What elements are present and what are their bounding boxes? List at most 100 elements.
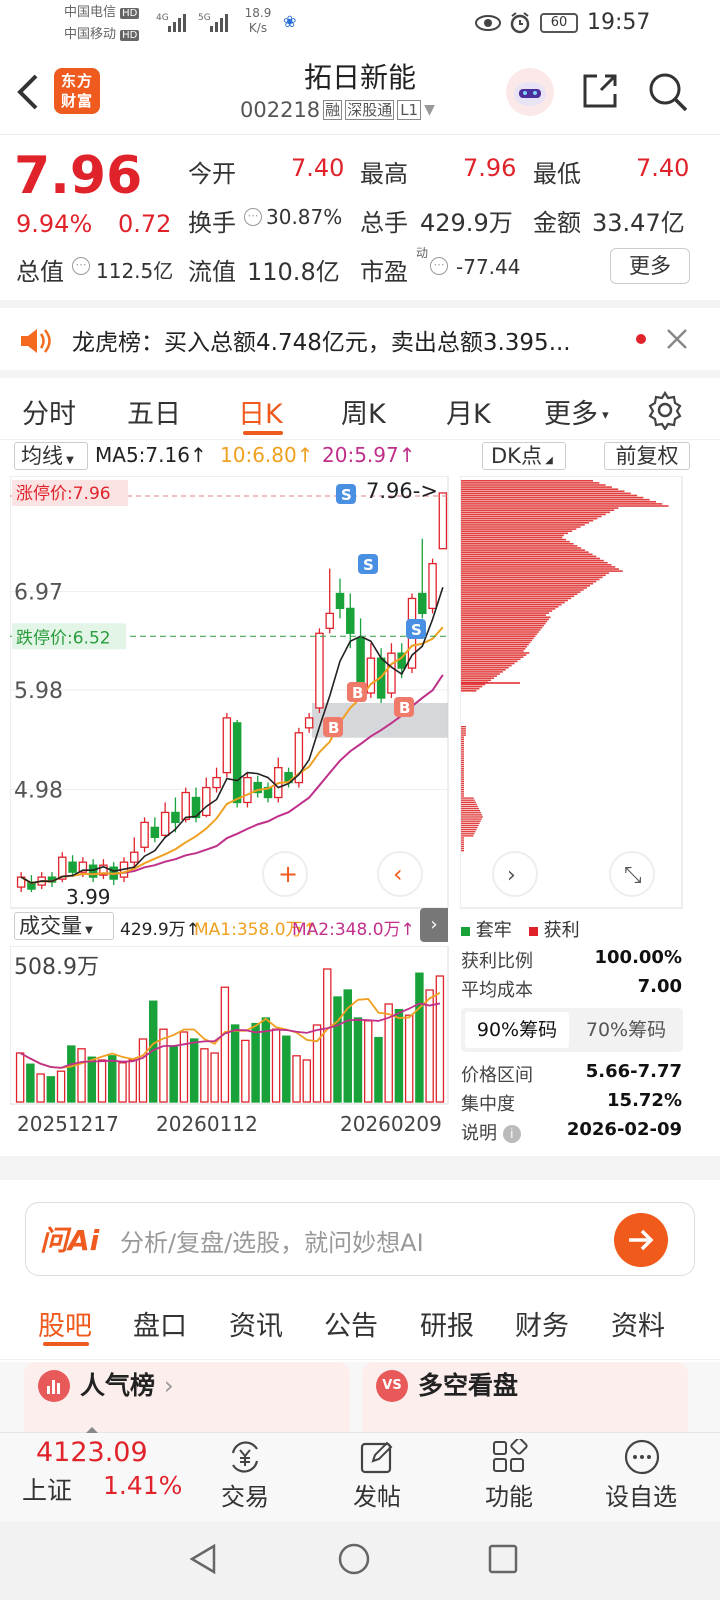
chip-bar [461, 732, 466, 734]
tab-more[interactable]: 更多 ▾ [544, 392, 609, 431]
dropdown-icon: ▼ [424, 102, 435, 118]
tab-news[interactable]: 资讯 [229, 1304, 283, 1343]
tab-weekly-k[interactable]: 周K [341, 392, 386, 431]
chip-bar [461, 536, 563, 539]
volume-bar [333, 996, 342, 1103]
chip-bar [461, 549, 585, 551]
trade-button[interactable]: 交易 [210, 1433, 280, 1521]
search-icon[interactable] [646, 70, 690, 114]
tab-orderbook[interactable]: 盘口 [133, 1304, 187, 1343]
tab-chips-90[interactable]: 90%筹码 [465, 1012, 569, 1048]
chip-bar [461, 795, 464, 797]
chip-frame [460, 476, 683, 909]
chip-bar [461, 820, 481, 822]
tab-daily-k[interactable]: 日K [238, 392, 283, 431]
tab-finance[interactable]: 财务 [515, 1304, 569, 1343]
ma5-value: MA5:7.16↑ [95, 443, 207, 467]
candle-body [335, 592, 345, 610]
chip-bar [461, 614, 546, 616]
more-button[interactable]: 更多 [610, 248, 690, 284]
tab-forum[interactable]: 股吧 [38, 1304, 92, 1343]
post-button[interactable]: 发帖 [342, 1433, 412, 1521]
settings-gear-icon[interactable] [645, 390, 685, 430]
tab-profile[interactable]: 资料 [611, 1304, 665, 1343]
chip-bar [461, 561, 608, 564]
expand-panel-arrow[interactable]: › [420, 908, 448, 942]
chip-bar [461, 532, 568, 535]
nav-back-icon[interactable] [186, 1542, 220, 1576]
tab-five-day[interactable]: 五日 [127, 392, 181, 431]
info-dots-icon[interactable]: ⋯ [430, 257, 448, 275]
close-icon[interactable] [664, 326, 690, 352]
tab-announcements[interactable]: 公告 [324, 1304, 378, 1343]
volume-bar [77, 1048, 86, 1103]
function-button[interactable]: 功能 [474, 1433, 544, 1521]
signal-icon: 4G 5G [156, 13, 228, 32]
tab-intraday[interactable]: 分时 [22, 392, 76, 431]
volume-bar [210, 1052, 219, 1103]
volume-bar [323, 968, 332, 1103]
share-icon[interactable] [579, 70, 621, 112]
ai-search-box[interactable]: 问Ai 分析/复盘/选股，就问妙想AI [25, 1202, 695, 1276]
tab-chips-70[interactable]: 70%筹码 [573, 1012, 679, 1048]
chip-bar [461, 576, 603, 579]
chip-bar [461, 849, 464, 852]
chip-bar [461, 551, 589, 553]
tab-research[interactable]: 研报 [420, 1304, 474, 1343]
chips-profit-ratio-label: 获利比例 [461, 951, 533, 972]
nav-recents-icon[interactable] [486, 1542, 520, 1576]
index-change[interactable]: 1.41% [103, 1471, 182, 1500]
chip-bar [461, 570, 623, 572]
notice-bar[interactable]: 龙虎榜：买入总额4.748亿元，卖出总额3.395... [0, 300, 720, 370]
kline-chart-area: 均线 ▼ MA5:7.16↑ 10:6.80↑ 20:5.97↑ DK点 ◢ 前… [0, 440, 720, 1180]
adjust-mode-button[interactable]: 前复权 [604, 442, 690, 470]
candle-body [232, 722, 242, 804]
volume-bar [241, 1039, 250, 1103]
popularity-card[interactable]: 人气榜 › [24, 1362, 350, 1432]
ma-select[interactable]: 均线 ▼ [14, 442, 88, 470]
stock-code: 002218 [240, 98, 321, 122]
bull-bear-card[interactable]: VS 多空看盘 [362, 1362, 688, 1432]
info-dots-icon[interactable]: ⋯ [244, 208, 262, 226]
chip-bar [461, 515, 602, 518]
assistant-avatar[interactable] [506, 68, 554, 116]
chips-date-value: 2026-02-09 [566, 1119, 682, 1140]
chip-bar [461, 841, 464, 843]
pe-label: 市盈 [360, 258, 408, 286]
carrier-2: 中国移动 HD [64, 27, 140, 42]
volume-bar [292, 1055, 301, 1103]
yen-cycle-icon [231, 1441, 259, 1473]
chip-bar [461, 755, 464, 757]
set-favorite-button[interactable]: 设自选 [598, 1433, 684, 1521]
chip-bar [461, 780, 464, 782]
chip-bar [461, 650, 524, 652]
index-name[interactable]: 上证 [22, 1471, 72, 1507]
chip-bar [461, 601, 565, 604]
ai-send-button[interactable] [614, 1213, 668, 1267]
stock-code-line[interactable]: 002218 融 深股通 L1 ▼ [240, 98, 435, 122]
volume-bar [108, 1055, 117, 1103]
volume-indicator-select[interactable]: 成交量 ▼ [14, 912, 114, 940]
kline-plot[interactable]: 涨停价:7.96 跌停价:6.52 6.97 5.98 4.98 7.96-> 3.99 S S… [10, 476, 450, 910]
index-value[interactable]: 4123.09 [36, 1437, 148, 1468]
candle-body [438, 492, 448, 550]
last-price-tag: 7.96-> [366, 479, 438, 503]
sell-marker: S [363, 556, 374, 574]
dk-point-button[interactable]: DK点 ◢ [482, 442, 566, 470]
volume-bar [118, 1062, 127, 1103]
chip-bar [461, 782, 464, 785]
chips-legend: 套牢 获利 [461, 916, 580, 942]
candle-body [243, 776, 252, 804]
chip-bar [461, 742, 464, 745]
tab-monthly-k[interactable]: 月K [446, 392, 491, 431]
nav-home-icon[interactable] [336, 1541, 372, 1577]
chip-bar [461, 585, 590, 587]
volume-bar [282, 1035, 291, 1103]
info-icon[interactable]: i [502, 1125, 521, 1143]
chip-bar [461, 726, 466, 728]
chip-bar [461, 776, 464, 778]
chip-bar [461, 683, 486, 686]
chip-bar [461, 824, 479, 827]
info-dots-icon[interactable]: ⋯ [72, 257, 90, 275]
chips-avg-cost-label: 平均成本 [461, 980, 533, 1001]
